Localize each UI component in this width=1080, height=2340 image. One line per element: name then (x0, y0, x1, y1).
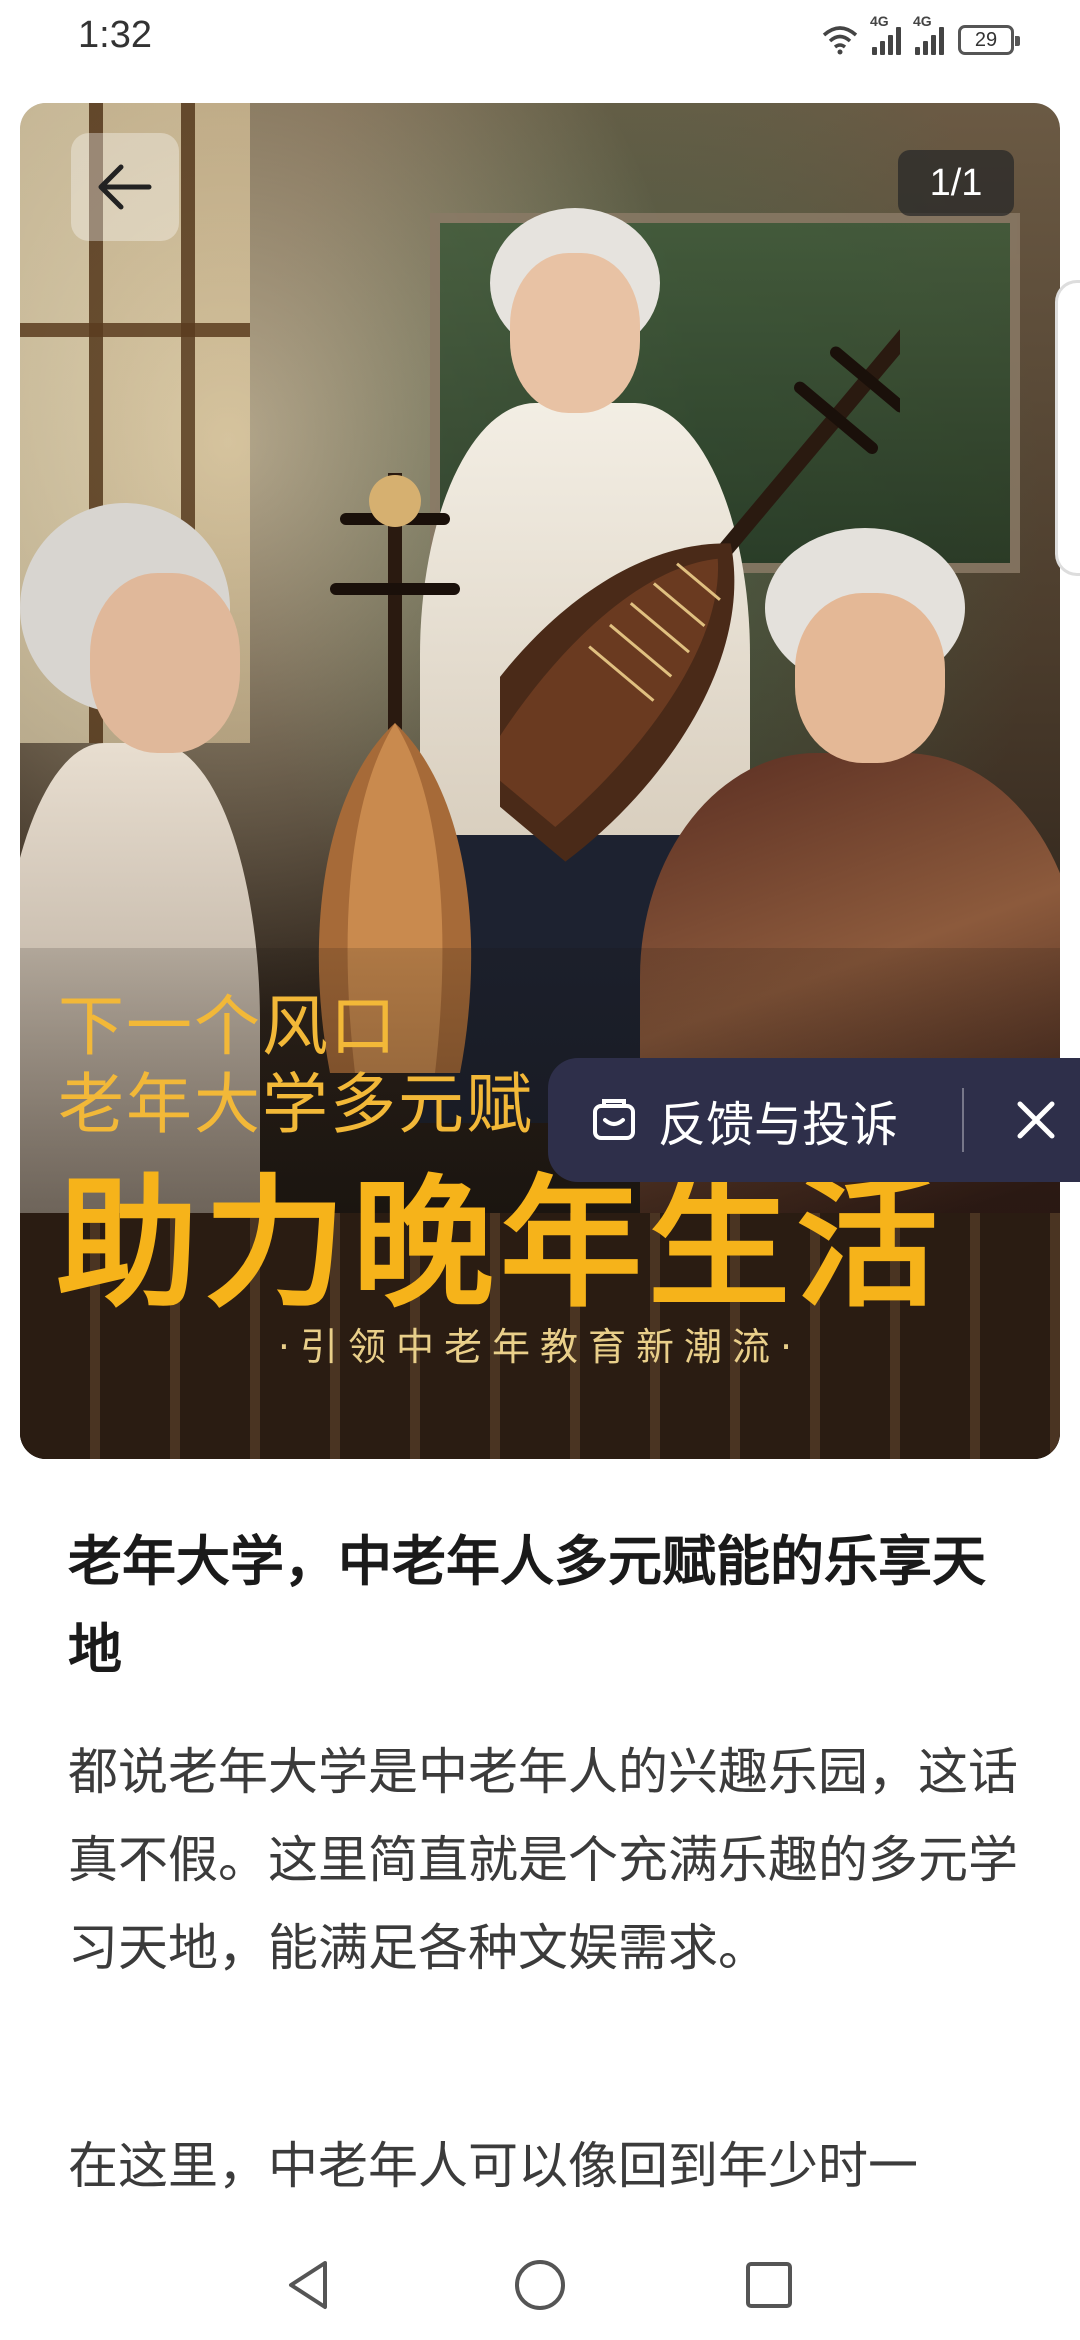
feedback-label[interactable]: 反馈与投诉 (658, 1085, 898, 1155)
person-figure (90, 573, 240, 753)
nav-home-button[interactable] (507, 2252, 573, 2318)
circle-home-icon (515, 2260, 565, 2310)
arrow-left-icon (98, 164, 152, 210)
hero-tagline: ·引领中老年教育新潮流· (277, 1325, 803, 1369)
battery-level: 29 (974, 28, 998, 51)
nav-back-button[interactable] (276, 2252, 342, 2318)
square-recents-icon (746, 2262, 792, 2308)
article-paragraph: 都说老年大学是中老年人的兴趣乐园，这话真不假。这里简直就是个充满乐趣的多元学习天… (68, 1743, 1018, 1977)
hero-image[interactable]: 下一个风口 老年大学多元赋 助力晚年生活 ·引领中老年教育新潮流· (20, 103, 1060, 1459)
close-feedback-button[interactable] (994, 1078, 1078, 1162)
feedback-divider (962, 1088, 964, 1152)
network-label: 4G (870, 13, 889, 29)
system-navigation-bar (0, 2230, 1080, 2340)
status-icons: 4G 4G 29 (822, 13, 1020, 62)
window-decoration (20, 323, 250, 337)
network-label: 4G (913, 13, 932, 29)
side-drawer-handle[interactable] (1055, 280, 1080, 576)
signal-icon: 4G (870, 13, 901, 55)
close-icon (1017, 1101, 1055, 1139)
status-time: 1:32 (78, 14, 152, 56)
back-button[interactable] (71, 133, 179, 241)
feedback-complaint-banner[interactable]: 反馈与投诉 (548, 1058, 1080, 1182)
pipa-illustration (500, 316, 900, 862)
image-page-counter: 1/1 (898, 150, 1014, 216)
status-bar: 1:32 4G 4G 29 (0, 0, 1080, 84)
signal-icon: 4G (913, 13, 944, 55)
article-title: 老年大学，中老年人多元赋能的乐享天地 (68, 1530, 986, 1681)
feedback-icon (590, 1096, 638, 1144)
battery-icon: 29 (958, 25, 1020, 55)
triangle-back-icon (289, 2261, 327, 2309)
wifi-icon (822, 26, 858, 55)
nav-recents-button[interactable] (736, 2252, 802, 2318)
article-paragraph: 在这里，中老年人可以像回到年少时一 (68, 2137, 918, 2195)
